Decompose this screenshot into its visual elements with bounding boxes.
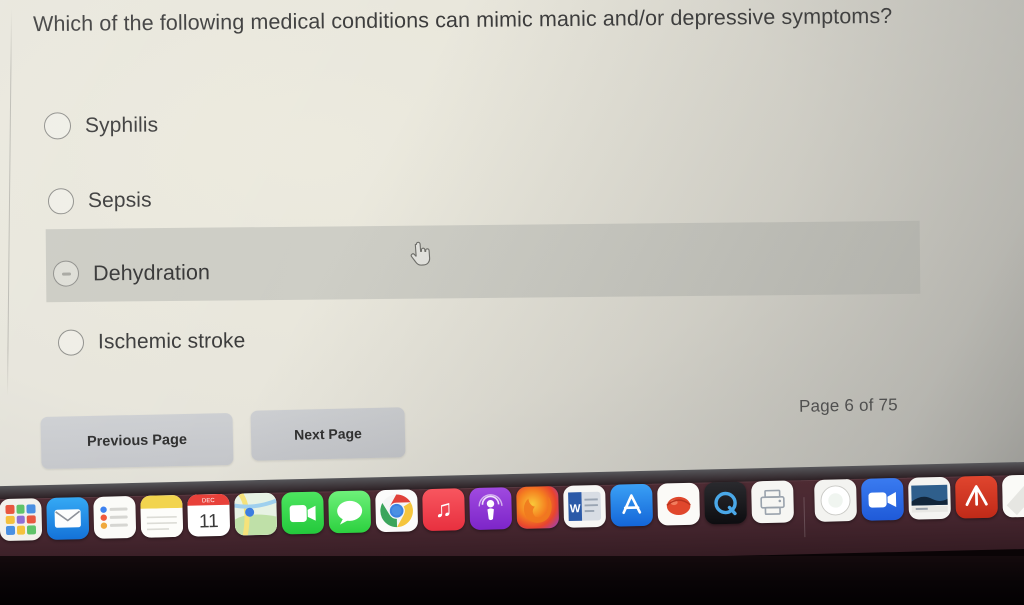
dock-item-screenshot[interactable] — [908, 476, 951, 520]
launchpad-icon — [5, 504, 37, 535]
option-sepsis[interactable]: Sepsis — [47, 188, 152, 215]
question-text: Which of the following medical condition… — [32, 3, 893, 37]
dock-divider — [803, 497, 806, 538]
content-left-edge — [6, 8, 13, 396]
music-note-icon: ♫ — [434, 495, 453, 523]
screenshot-root: Which of the following medical condition… — [0, 0, 1024, 605]
dock-item-maps[interactable] — [234, 492, 278, 536]
dock-item-acrobat[interactable] — [955, 475, 998, 519]
stickies-icon — [1001, 474, 1024, 518]
option-syphilis[interactable]: Syphilis — [43, 112, 159, 140]
dock-item-reminders[interactable] — [93, 495, 137, 539]
dock-item-podcasts[interactable] — [469, 487, 513, 531]
facetime-icon — [289, 504, 316, 522]
svg-text:DEC: DEC — [202, 498, 215, 504]
dock-item-music[interactable]: ♫ — [422, 488, 466, 532]
option-label-dehydration: Dehydration — [92, 259, 211, 285]
dock-item-photo-booth[interactable] — [657, 482, 701, 526]
radio-syphilis[interactable] — [43, 112, 72, 140]
firefox-icon — [523, 496, 552, 523]
option-label-sepsis: Sepsis — [87, 188, 152, 213]
option-dehydration[interactable]: Dehydration — [52, 259, 211, 287]
dock-item-mail[interactable] — [46, 497, 90, 541]
messages-icon — [337, 500, 363, 525]
dock-item-chrome[interactable] — [375, 489, 419, 533]
dock-item-firefox[interactable] — [516, 485, 560, 529]
quiz-page: Which of the following medical condition… — [0, 0, 1024, 500]
dock-item-launchpad[interactable] — [0, 498, 43, 542]
page-indicator: Page 6 of 75 — [798, 395, 898, 416]
dock-item-calendar[interactable]: DEC 11 — [187, 493, 231, 537]
zoom-icon — [868, 491, 897, 508]
photo-booth-icon — [666, 496, 691, 515]
dock-item-word[interactable]: W — [563, 484, 607, 528]
dock-item-quicktime[interactable] — [704, 481, 748, 525]
podcasts-icon — [478, 494, 503, 521]
option-label-ischemic-stroke: Ischemic stroke — [97, 329, 246, 354]
next-page-button[interactable]: Next Page — [250, 407, 406, 461]
option-ischemic-stroke[interactable]: Ischemic stroke — [57, 328, 246, 356]
notes-icon — [140, 494, 184, 538]
dock-item-stickies[interactable] — [1001, 474, 1024, 518]
maps-icon — [234, 492, 278, 536]
option-label-syphilis: Syphilis — [84, 113, 159, 137]
mail-icon — [54, 509, 81, 528]
dock-item-zoom[interactable] — [861, 477, 905, 521]
dock-item-rcsb[interactable] — [814, 478, 858, 522]
word-icon: W — [568, 491, 602, 522]
radio-hover-mark — [61, 272, 71, 276]
screenshot-icon — [911, 484, 948, 513]
radio-ischemic-stroke[interactable] — [57, 329, 85, 356]
previous-page-button[interactable]: Previous Page — [40, 412, 234, 470]
quicktime-icon — [714, 491, 737, 516]
dock-item-app-store[interactable] — [610, 483, 654, 527]
app-store-icon — [622, 494, 642, 515]
viewer-icon — [820, 485, 851, 516]
acrobat-icon — [965, 485, 988, 507]
radio-dehydration[interactable] — [52, 260, 80, 287]
dock-item-facetime[interactable] — [281, 491, 325, 535]
dock-item-messages[interactable] — [328, 490, 372, 534]
pointing-hand-cursor-icon — [410, 241, 431, 266]
svg-text:11: 11 — [199, 511, 219, 532]
reminders-icon — [100, 506, 128, 529]
chrome-icon — [380, 494, 413, 528]
printer-icon — [760, 489, 785, 516]
dock-item-printer[interactable] — [751, 480, 795, 524]
desk-surface — [0, 556, 1024, 605]
calendar-icon: DEC 11 — [187, 493, 230, 532]
radio-sepsis[interactable] — [47, 188, 75, 215]
svg-text:W: W — [570, 503, 581, 515]
dock-item-notes[interactable] — [140, 494, 184, 538]
